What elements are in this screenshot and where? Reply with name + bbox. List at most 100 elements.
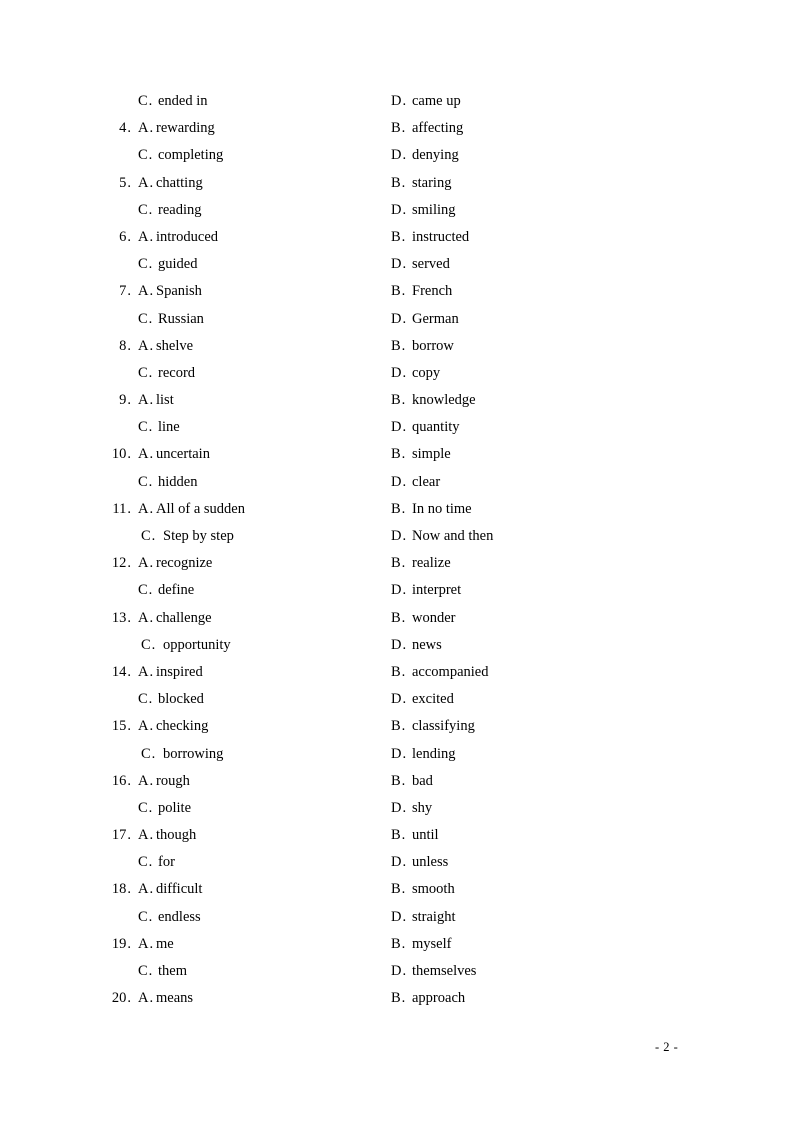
option-text-right[interactable]: staring (412, 170, 451, 197)
option-text-left[interactable]: means (156, 985, 193, 1012)
option-letter-left[interactable]: C. (138, 306, 154, 333)
option-text-left[interactable]: them (158, 958, 187, 985)
option-text-right[interactable]: accompanied (412, 659, 489, 686)
option-text-left[interactable]: reading (158, 197, 201, 224)
option-text-right[interactable]: French (412, 278, 452, 305)
option-text-right[interactable]: borrow (412, 333, 454, 360)
option-letter-left[interactable]: C. (138, 469, 154, 496)
option-letter-left[interactable]: C. (138, 197, 154, 224)
option-letter-right[interactable]: B. (391, 224, 407, 251)
option-text-left[interactable]: record (158, 360, 195, 387)
option-text-left[interactable]: though (156, 822, 196, 849)
option-letter-left[interactable]: C. (138, 958, 154, 985)
option-letter-right[interactable]: B. (391, 659, 407, 686)
option-text-left[interactable]: difficult (156, 876, 202, 903)
option-letter-right[interactable]: D. (391, 523, 408, 550)
option-text-right[interactable]: myself (412, 931, 451, 958)
option-letter-left[interactable]: A. (138, 115, 155, 142)
option-letter-left[interactable]: C. (141, 741, 157, 768)
option-text-left[interactable]: rough (156, 768, 190, 795)
option-text-right[interactable]: unless (412, 849, 448, 876)
option-text-right[interactable]: classifying (412, 713, 475, 740)
option-letter-right[interactable]: D. (391, 741, 408, 768)
option-text-right[interactable]: smiling (412, 197, 456, 224)
option-text-left[interactable]: checking (156, 713, 208, 740)
option-letter-right[interactable]: D. (391, 414, 408, 441)
option-letter-left[interactable]: A. (138, 387, 155, 414)
option-letter-left[interactable]: A. (138, 278, 155, 305)
option-letter-left[interactable]: A. (138, 496, 155, 523)
option-letter-right[interactable]: B. (391, 822, 407, 849)
option-text-right[interactable]: quantity (412, 414, 460, 441)
option-text-right[interactable]: excited (412, 686, 454, 713)
option-letter-left[interactable]: A. (138, 985, 155, 1012)
option-letter-right[interactable]: B. (391, 768, 407, 795)
option-letter-right[interactable]: B. (391, 115, 407, 142)
option-text-left[interactable]: rewarding (156, 115, 215, 142)
option-letter-left[interactable]: A. (138, 605, 155, 632)
option-letter-right[interactable]: D. (391, 904, 408, 931)
option-letter-right[interactable]: B. (391, 387, 407, 414)
option-letter-right[interactable]: D. (391, 469, 408, 496)
option-text-left[interactable]: All of a sudden (156, 496, 245, 523)
option-letter-left[interactable]: C. (138, 577, 154, 604)
option-letter-left[interactable]: C. (141, 632, 157, 659)
option-letter-right[interactable]: D. (391, 88, 408, 115)
option-text-right[interactable]: interpret (412, 577, 461, 604)
option-text-left[interactable]: introduced (156, 224, 218, 251)
option-text-left[interactable]: borrowing (163, 741, 223, 768)
option-text-right[interactable]: shy (412, 795, 432, 822)
option-text-left[interactable]: Step by step (163, 523, 234, 550)
option-letter-left[interactable]: C. (138, 795, 154, 822)
option-letter-right[interactable]: D. (391, 251, 408, 278)
option-text-right[interactable]: denying (412, 142, 459, 169)
option-text-right[interactable]: affecting (412, 115, 463, 142)
option-text-left[interactable]: Russian (158, 306, 204, 333)
option-text-left[interactable]: ended in (158, 88, 208, 115)
option-letter-left[interactable]: A. (138, 876, 155, 903)
option-text-left[interactable]: polite (158, 795, 191, 822)
option-text-left[interactable]: inspired (156, 659, 203, 686)
option-text-left[interactable]: uncertain (156, 441, 210, 468)
option-text-left[interactable]: Spanish (156, 278, 202, 305)
option-letter-right[interactable]: D. (391, 197, 408, 224)
option-text-right[interactable]: realize (412, 550, 451, 577)
option-text-left[interactable]: opportunity (163, 632, 231, 659)
option-letter-right[interactable]: B. (391, 931, 407, 958)
option-text-left[interactable]: recognize (156, 550, 212, 577)
option-text-left[interactable]: challenge (156, 605, 212, 632)
option-text-left[interactable]: blocked (158, 686, 204, 713)
option-text-right[interactable]: came up (412, 88, 461, 115)
option-text-left[interactable]: me (156, 931, 174, 958)
option-letter-left[interactable]: C. (138, 849, 154, 876)
option-text-left[interactable]: line (158, 414, 180, 441)
option-text-left[interactable]: for (158, 849, 175, 876)
option-text-right[interactable]: lending (412, 741, 456, 768)
option-text-left[interactable]: shelve (156, 333, 193, 360)
option-letter-right[interactable]: D. (391, 142, 408, 169)
option-letter-left[interactable]: C. (138, 360, 154, 387)
option-text-left[interactable]: chatting (156, 170, 203, 197)
option-text-right[interactable]: copy (412, 360, 440, 387)
option-letter-right[interactable]: D. (391, 958, 408, 985)
option-letter-left[interactable]: A. (138, 713, 155, 740)
option-text-right[interactable]: wonder (412, 605, 456, 632)
option-letter-right[interactable]: B. (391, 278, 407, 305)
option-letter-left[interactable]: C. (138, 142, 154, 169)
option-text-right[interactable]: In no time (412, 496, 472, 523)
option-letter-left[interactable]: C. (141, 523, 157, 550)
option-text-right[interactable]: smooth (412, 876, 455, 903)
option-letter-right[interactable]: B. (391, 496, 407, 523)
option-text-right[interactable]: simple (412, 441, 451, 468)
option-text-right[interactable]: served (412, 251, 450, 278)
option-letter-right[interactable]: D. (391, 577, 408, 604)
option-letter-right[interactable]: D. (391, 632, 408, 659)
option-letter-right[interactable]: B. (391, 170, 407, 197)
option-letter-left[interactable]: A. (138, 931, 155, 958)
option-letter-left[interactable]: A. (138, 550, 155, 577)
option-letter-left[interactable]: A. (138, 822, 155, 849)
option-letter-right[interactable]: B. (391, 441, 407, 468)
option-letter-right[interactable]: B. (391, 550, 407, 577)
option-letter-left[interactable]: A. (138, 659, 155, 686)
option-text-right[interactable]: straight (412, 904, 456, 931)
